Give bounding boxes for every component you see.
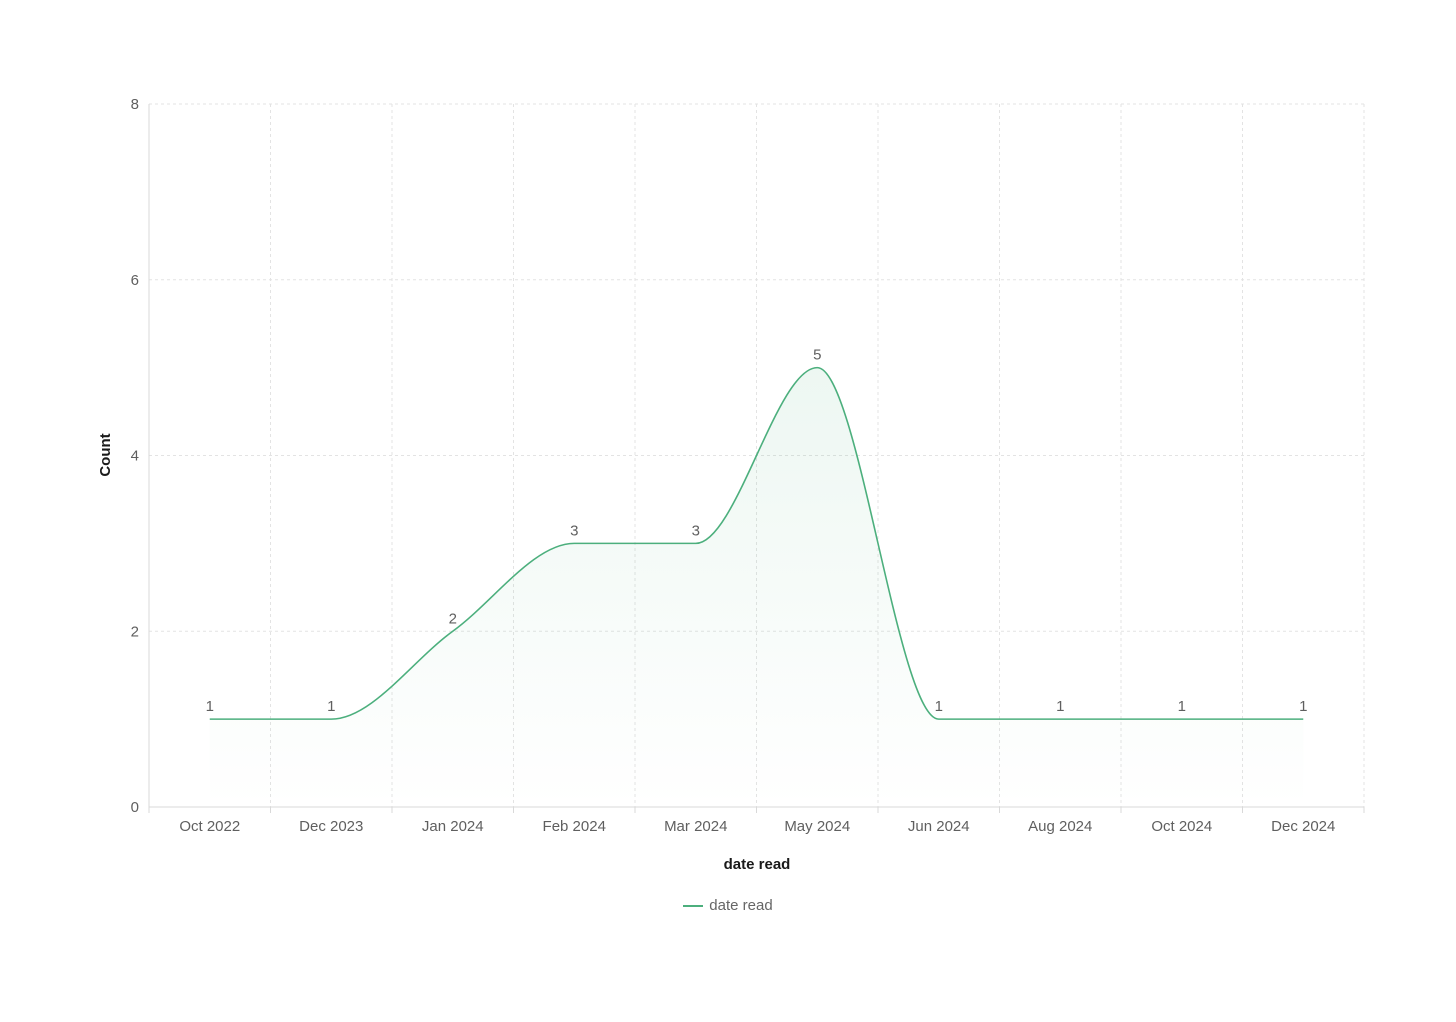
x-tick-label: Mar 2024 [664, 818, 727, 835]
legend-label: date read [709, 897, 773, 914]
data-label: 3 [570, 522, 578, 539]
data-label: 1 [206, 698, 214, 715]
data-label: 3 [692, 522, 700, 539]
series-area [209, 367, 1304, 807]
y-tick-label: 8 [131, 96, 139, 113]
x-tick-label: Dec 2024 [1271, 818, 1335, 835]
data-label: 1 [935, 698, 943, 715]
y-axis-title: Count [97, 433, 114, 476]
x-tick-label: May 2024 [784, 818, 850, 835]
y-tick-label: 2 [131, 623, 139, 640]
y-tick-label: 6 [131, 272, 139, 289]
y-tick-label: 4 [131, 448, 139, 465]
series [209, 366, 1304, 807]
x-tick-label: Jan 2024 [422, 818, 484, 835]
data-label: 1 [1178, 698, 1186, 715]
x-tick-label: Feb 2024 [543, 818, 606, 835]
legend-line-icon [683, 904, 704, 907]
data-label: 5 [813, 347, 821, 364]
x-tick-label: Aug 2024 [1028, 818, 1092, 835]
x-tick-label: Dec 2023 [299, 818, 363, 835]
chart: 0 2 4 6 8 Oct 2022 Dec 2023 Jan 2024 Feb 2024 Mar… [97, 96, 1365, 873]
data-label: 1 [1299, 698, 1307, 715]
data-label: 2 [449, 610, 457, 627]
x-tick-label: Oct 2024 [1151, 818, 1212, 835]
legend: date read [0, 897, 1456, 914]
data-label: 1 [1056, 698, 1064, 715]
y-tick-label: 0 [131, 799, 139, 816]
x-tick-label: Jun 2024 [908, 818, 970, 835]
x-axis-title: date read [724, 856, 791, 873]
data-label: 1 [327, 698, 335, 715]
x-tick-label: Oct 2022 [179, 818, 240, 835]
